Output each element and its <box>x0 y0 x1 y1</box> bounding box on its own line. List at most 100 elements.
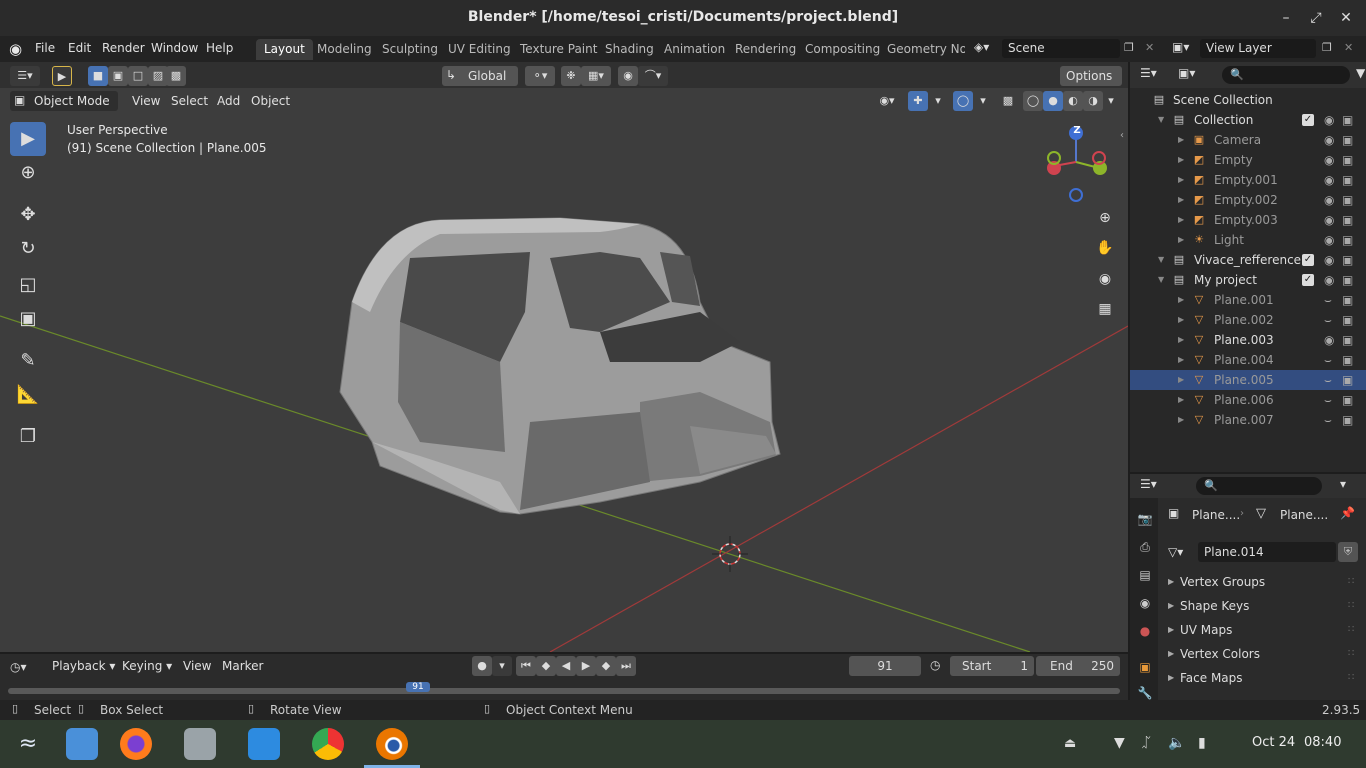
firefox-icon[interactable] <box>120 728 152 760</box>
expand-chevron-icon[interactable]: ▼ <box>1158 250 1164 270</box>
property-panel-header[interactable]: ▶ Vertex Groups ∷ <box>1162 570 1366 594</box>
render-toggle-icon[interactable]: ▣ <box>1342 110 1353 130</box>
tool-measure-icon[interactable]: 📐 <box>10 378 46 412</box>
timeline-menu-keying[interactable]: Keying ▾ <box>122 659 172 673</box>
blender-taskbar-icon[interactable] <box>376 728 408 760</box>
delete-scene-icon[interactable]: ✕ <box>1145 41 1159 55</box>
outliner-item[interactable]: ▶ ▣ Camera ◉ ▣ <box>1130 130 1366 150</box>
start-frame-field[interactable]: Start 1 <box>950 656 1034 676</box>
chrome-icon[interactable] <box>312 728 344 760</box>
select-mode-subtract-icon[interactable]: □ <box>128 66 148 86</box>
visibility-eye-icon[interactable]: ⌣ <box>1324 290 1332 310</box>
expand-chevron-icon[interactable]: ▶ <box>1178 190 1184 210</box>
select-tool-icon[interactable]: ▶ <box>52 66 72 86</box>
panel-drag-handle-icon[interactable]: ∷ <box>1348 666 1354 690</box>
prev-keyframe-icon[interactable]: ◆ <box>536 656 556 676</box>
keying-options-icon[interactable]: ▾ <box>492 656 512 676</box>
render-toggle-icon[interactable]: ▣ <box>1342 190 1353 210</box>
outliner-item[interactable]: ▶ ▽ Plane.006 ⌣ ▣ <box>1130 390 1366 410</box>
maximize-icon[interactable]: ⤢ <box>1306 8 1326 28</box>
tab-sculpting[interactable]: Sculpting <box>374 39 446 60</box>
tool-cursor-icon[interactable]: ⊕ <box>10 156 46 190</box>
outliner-item[interactable]: ▶ ▽ Plane.005 ⌣ ▣ <box>1130 370 1366 390</box>
shading-solid-icon[interactable]: ● <box>1043 91 1063 111</box>
outliner-item[interactable]: ▼ ▤ My project ✓ ◉ ▣ <box>1130 270 1366 290</box>
select-mode-intersect-icon[interactable]: ▩ <box>166 66 186 86</box>
shading-wireframe-icon[interactable]: ◯ <box>1023 91 1043 111</box>
render-toggle-icon[interactable]: ▣ <box>1342 270 1353 290</box>
viewport-menu-object[interactable]: Object <box>251 94 290 108</box>
render-toggle-icon[interactable]: ▣ <box>1342 290 1353 310</box>
render-toggle-icon[interactable]: ▣ <box>1342 230 1353 250</box>
overlays-options-icon[interactable]: ▾ <box>973 91 993 111</box>
sidebar-toggle-icon[interactable]: ‹ <box>1120 130 1124 141</box>
options-dropdown[interactable]: Options ▾ <box>1060 66 1122 103</box>
pan-hand-icon[interactable]: ✋ <box>1094 237 1116 259</box>
menu-help[interactable]: Help <box>206 41 233 55</box>
view-layer-icon[interactable]: ▣▾ <box>1172 40 1196 58</box>
falloff-icon[interactable]: ⌒▾ <box>638 66 668 86</box>
select-mode-invert-icon[interactable]: ▨ <box>148 66 168 86</box>
new-scene-icon[interactable]: ❐ <box>1124 41 1138 55</box>
expand-chevron-icon[interactable]: ▶ <box>1178 210 1184 230</box>
visibility-eye-icon[interactable]: ⌣ <box>1324 370 1332 390</box>
tool-annotate-icon[interactable]: ✎ <box>10 344 46 378</box>
menu-window[interactable]: Window <box>151 41 198 55</box>
new-view-layer-icon[interactable]: ❐ <box>1322 41 1336 55</box>
visibility-eye-icon[interactable]: ◉ <box>1324 330 1334 350</box>
tab-rendering[interactable]: Rendering <box>727 39 804 60</box>
select-mode-new-icon[interactable]: ■ <box>88 66 108 86</box>
render-toggle-icon[interactable]: ▣ <box>1342 170 1353 190</box>
property-panel-header[interactable]: ▶ Face Maps ∷ <box>1162 666 1366 690</box>
shading-material-icon[interactable]: ◐ <box>1063 91 1083 111</box>
tab-animation[interactable]: Animation <box>656 39 733 60</box>
camera-view-icon[interactable]: ◉ <box>1094 268 1116 290</box>
outliner-editor-type-icon[interactable]: ☰▾ <box>1140 66 1166 80</box>
render-toggle-icon[interactable]: ▣ <box>1342 390 1353 410</box>
timeline-menu-view[interactable]: View <box>183 659 211 673</box>
visibility-eye-icon[interactable]: ⌣ <box>1324 390 1332 410</box>
expand-chevron-icon[interactable]: ▶ <box>1178 130 1184 150</box>
scene-selector-icon[interactable]: ◈▾ <box>974 40 998 58</box>
visibility-eye-icon[interactable]: ◉ <box>1324 150 1334 170</box>
files-icon[interactable] <box>184 728 216 760</box>
render-toggle-icon[interactable]: ▣ <box>1342 370 1353 390</box>
timeline-editor-type-icon[interactable]: ◷▾ <box>10 657 40 677</box>
properties-options-icon[interactable]: ▾ <box>1340 477 1346 491</box>
render-toggle-icon[interactable]: ▣ <box>1342 210 1353 230</box>
outliner-item[interactable]: ▶ ▽ Plane.007 ⌣ ▣ <box>1130 410 1366 430</box>
editor-type-icon[interactable]: ☰▾ <box>10 66 40 86</box>
tool-rotate-icon[interactable]: ↻ <box>10 232 46 266</box>
menu-render[interactable]: Render <box>102 41 145 55</box>
render-toggle-icon[interactable]: ▣ <box>1342 130 1353 150</box>
fake-user-shield-icon[interactable]: ⛨ <box>1338 542 1358 562</box>
visibility-eye-icon[interactable]: ⌣ <box>1324 410 1332 430</box>
current-frame-field[interactable]: 91 <box>849 656 921 676</box>
app-store-icon[interactable] <box>248 728 280 760</box>
outliner-item[interactable]: ▶ ◩ Empty ◉ ▣ <box>1130 150 1366 170</box>
select-mode-extend-icon[interactable]: ▣ <box>108 66 128 86</box>
scene-properties-icon[interactable]: ◉ <box>1136 596 1154 614</box>
outliner-display-mode-icon[interactable]: ▣▾ <box>1178 66 1204 80</box>
shading-rendered-icon[interactable]: ◑ <box>1083 91 1103 111</box>
pin-icon[interactable]: 📌 <box>1340 506 1355 520</box>
auto-keying-icon[interactable]: ● <box>472 656 492 676</box>
property-panel-header[interactable]: ▶ Shape Keys ∷ <box>1162 594 1366 618</box>
visibility-eye-icon[interactable]: ⌣ <box>1324 310 1332 330</box>
next-keyframe-icon[interactable]: ◆ <box>596 656 616 676</box>
outliner-item[interactable]: ▶ ▽ Plane.004 ⌣ ▣ <box>1130 350 1366 370</box>
play-icon[interactable]: ▶ <box>576 656 596 676</box>
expand-chevron-icon[interactable]: ▶ <box>1178 350 1184 370</box>
tool-transform-icon[interactable]: ▣ <box>10 302 46 336</box>
snap-target-icon[interactable]: ▦▾ <box>581 66 611 86</box>
viewport-menu-add[interactable]: Add <box>217 94 240 108</box>
outliner-item[interactable]: ▶ ◩ Empty.003 ◉ ▣ <box>1130 210 1366 230</box>
scene-name-field[interactable]: Scene <box>1002 39 1120 58</box>
timeline-menu-playback[interactable]: Playback ▾ <box>52 659 115 673</box>
overlays-toggle-icon[interactable]: ◯ <box>953 91 973 111</box>
xray-toggle-icon[interactable]: ▩ <box>998 91 1018 111</box>
outliner-item[interactable]: ▶ ▽ Plane.002 ⌣ ▣ <box>1130 310 1366 330</box>
mesh-name-field[interactable]: Plane.014 <box>1198 542 1336 562</box>
outliner-search-input[interactable]: 🔍 <box>1222 66 1350 84</box>
close-icon[interactable]: ✕ <box>1336 8 1356 28</box>
